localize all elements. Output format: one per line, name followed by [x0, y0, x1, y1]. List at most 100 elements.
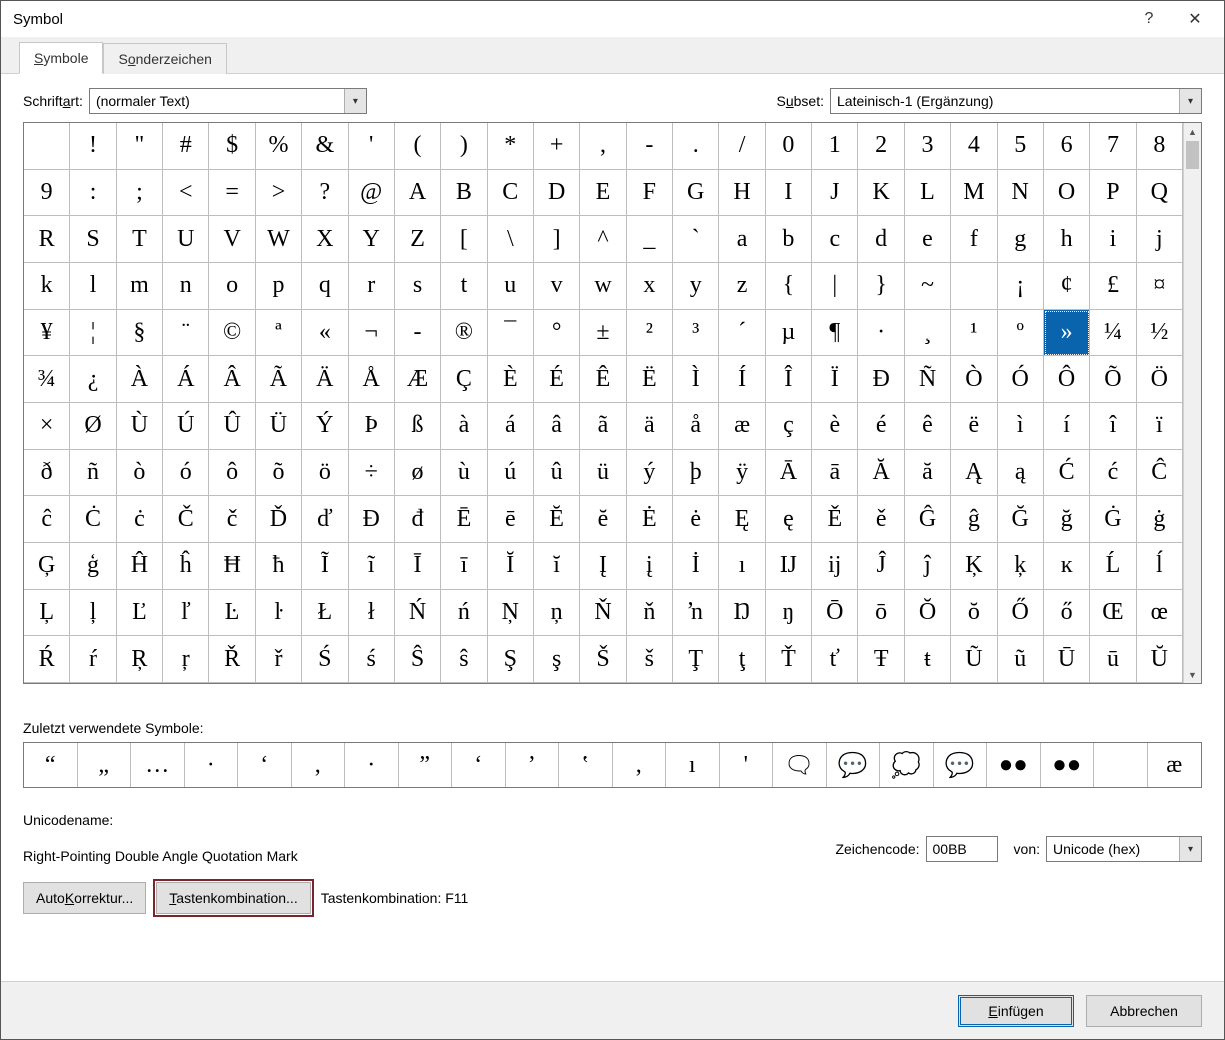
- symbol-cell[interactable]: ï: [1137, 403, 1183, 450]
- symbol-cell[interactable]: ´: [719, 310, 765, 357]
- scroll-thumb[interactable]: [1186, 141, 1199, 169]
- symbol-cell[interactable]: ŀ: [256, 590, 302, 637]
- symbol-cell[interactable]: Ģ: [24, 543, 70, 590]
- symbol-cell[interactable]: l: [70, 263, 116, 310]
- symbol-cell[interactable]: -: [627, 123, 673, 170]
- symbol-cell[interactable]: 7: [1090, 123, 1136, 170]
- symbol-cell[interactable]: ^: [580, 216, 626, 263]
- symbol-cell[interactable]: Ĝ: [905, 496, 951, 543]
- symbol-cell[interactable]: |: [812, 263, 858, 310]
- symbol-cell[interactable]: ±: [580, 310, 626, 357]
- symbol-cell[interactable]: ū: [1090, 636, 1136, 683]
- symbol-cell[interactable]: ŏ: [951, 590, 997, 637]
- symbol-cell[interactable]: ġ: [1137, 496, 1183, 543]
- symbol-cell[interactable]: ô: [209, 450, 255, 497]
- symbol-cell[interactable]: %: [256, 123, 302, 170]
- symbol-cell[interactable]: Ć: [1044, 450, 1090, 497]
- symbol-cell[interactable]: 0: [766, 123, 812, 170]
- symbol-cell[interactable]: t: [441, 263, 487, 310]
- symbol-cell[interactable]: Õ: [1090, 356, 1136, 403]
- symbol-cell[interactable]: É: [534, 356, 580, 403]
- symbol-cell[interactable]: ¸: [905, 310, 951, 357]
- symbol-cell[interactable]: ): [441, 123, 487, 170]
- symbol-cell[interactable]: *: [488, 123, 534, 170]
- symbol-cell[interactable]: Ļ: [24, 590, 70, 637]
- symbol-cell[interactable]: ň: [627, 590, 673, 637]
- symbol-cell[interactable]: (: [395, 123, 441, 170]
- recent-symbol[interactable]: æ: [1148, 743, 1202, 787]
- symbol-cell[interactable]: {: [766, 263, 812, 310]
- symbol-cell[interactable]: Ĥ: [117, 543, 163, 590]
- symbol-cell[interactable]: h: [1044, 216, 1090, 263]
- symbol-cell[interactable]: B: [441, 170, 487, 217]
- symbol-cell[interactable]: ā: [812, 450, 858, 497]
- scrollbar[interactable]: ▲ ▼: [1183, 123, 1201, 683]
- symbol-cell[interactable]: °: [534, 310, 580, 357]
- symbol-cell[interactable]: [: [441, 216, 487, 263]
- symbol-cell[interactable]: í: [1044, 403, 1090, 450]
- symbol-cell[interactable]: e: [905, 216, 951, 263]
- recent-symbol[interactable]: ,: [613, 743, 667, 787]
- symbol-cell[interactable]: P: [1090, 170, 1136, 217]
- autocorrect-button[interactable]: AutoKorrektur...: [23, 882, 146, 914]
- symbol-cell[interactable]: Ť: [766, 636, 812, 683]
- symbol-cell[interactable]: ,: [580, 123, 626, 170]
- symbol-cell[interactable]: Ũ: [951, 636, 997, 683]
- scroll-up-icon[interactable]: ▲: [1184, 123, 1201, 140]
- symbol-cell[interactable]: ũ: [998, 636, 1044, 683]
- symbol-cell[interactable]: Ñ: [905, 356, 951, 403]
- symbol-cell[interactable]: Ĉ: [1137, 450, 1183, 497]
- symbol-cell[interactable]: ®: [441, 310, 487, 357]
- symbol-cell[interactable]: Į: [580, 543, 626, 590]
- symbol-cell[interactable]: ·: [858, 310, 904, 357]
- symbol-cell[interactable]: ī: [441, 543, 487, 590]
- symbol-cell[interactable]: ŉ: [673, 590, 719, 637]
- symbol-cell[interactable]: ù: [441, 450, 487, 497]
- symbol-cell[interactable]: ľ: [163, 590, 209, 637]
- symbol-cell[interactable]: Ē: [441, 496, 487, 543]
- symbol-cell[interactable]: Ŋ: [719, 590, 765, 637]
- recent-symbol[interactable]: ’: [506, 743, 560, 787]
- symbol-cell[interactable]: ¨: [163, 310, 209, 357]
- symbol-cell[interactable]: 9: [24, 170, 70, 217]
- symbol-cell[interactable]: ĕ: [580, 496, 626, 543]
- symbol-cell[interactable]: Ú: [163, 403, 209, 450]
- symbol-cell[interactable]: û: [534, 450, 580, 497]
- symbol-cell[interactable]: 6: [1044, 123, 1090, 170]
- symbol-cell[interactable]: ð: [24, 450, 70, 497]
- symbol-cell[interactable]: »: [1044, 310, 1090, 357]
- symbol-cell[interactable]: ĝ: [951, 496, 997, 543]
- symbol-cell[interactable]: ú: [488, 450, 534, 497]
- symbol-cell[interactable]: ŕ: [70, 636, 116, 683]
- symbol-cell[interactable]: #: [163, 123, 209, 170]
- symbol-cell[interactable]: s: [395, 263, 441, 310]
- symbol-cell[interactable]: ħ: [256, 543, 302, 590]
- symbol-cell[interactable]: -: [395, 310, 441, 357]
- symbol-cell[interactable]: ã: [580, 403, 626, 450]
- recent-symbol[interactable]: ': [720, 743, 774, 787]
- symbol-cell[interactable]: Ŭ: [1137, 636, 1183, 683]
- symbol-cell[interactable]: à: [441, 403, 487, 450]
- symbol-cell[interactable]: ą: [998, 450, 1044, 497]
- symbol-cell[interactable]: r: [349, 263, 395, 310]
- symbol-cell[interactable]: q: [302, 263, 348, 310]
- symbol-cell[interactable]: }: [858, 263, 904, 310]
- symbol-cell[interactable]: Ò: [951, 356, 997, 403]
- symbol-cell[interactable]: ğ: [1044, 496, 1090, 543]
- symbol-cell[interactable]: ¯: [488, 310, 534, 357]
- symbol-cell[interactable]: d: [858, 216, 904, 263]
- symbol-cell[interactable]: F: [627, 170, 673, 217]
- symbol-cell[interactable]: K: [858, 170, 904, 217]
- symbol-cell[interactable]: Q: [1137, 170, 1183, 217]
- symbol-cell[interactable]: é: [858, 403, 904, 450]
- symbol-cell[interactable]: ŗ: [163, 636, 209, 683]
- symbol-cell[interactable]: Ľ: [117, 590, 163, 637]
- from-combo[interactable]: Unicode (hex) ▾: [1046, 836, 1202, 862]
- symbol-cell[interactable]: g: [998, 216, 1044, 263]
- symbol-cell[interactable]: a: [719, 216, 765, 263]
- symbol-cell[interactable]: ř: [256, 636, 302, 683]
- recent-symbol[interactable]: 💬: [827, 743, 881, 787]
- symbol-cell[interactable]: p: [256, 263, 302, 310]
- recent-symbol[interactable]: “: [24, 743, 78, 787]
- symbol-cell[interactable]: ë: [951, 403, 997, 450]
